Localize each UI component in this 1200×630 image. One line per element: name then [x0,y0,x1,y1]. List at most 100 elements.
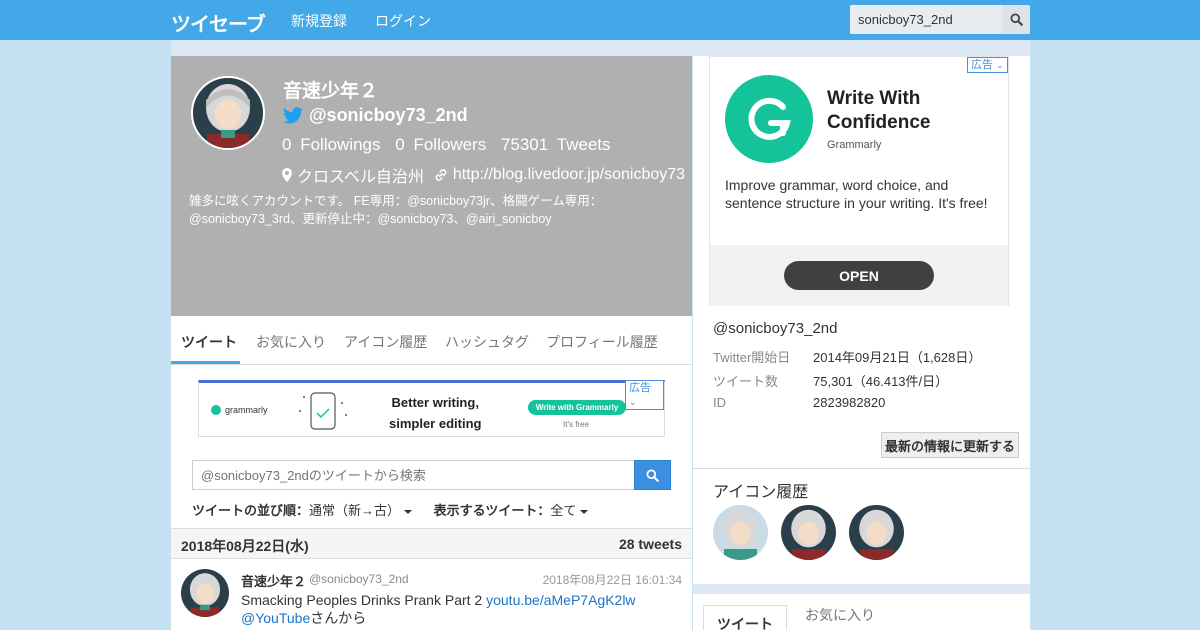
phone-illustration-icon [299,392,347,430]
profile-handle: @sonicboy73_2nd [309,105,468,125]
main-column: 音速少年２ @sonicboy73_2nd 0 Followings 0 Fol… [171,56,692,630]
tweet-search-input[interactable] [192,460,635,490]
icon-history-item[interactable] [781,505,836,560]
profile-url-link[interactable]: http://blog.livedoor.jp/sonicboy73 [453,166,685,184]
sidebar-ad-description: Improve grammar, word choice, and senten… [725,177,988,211]
info-value: 2014年09月21日（1,628日） [813,350,982,365]
twitter-bird-icon [283,107,303,124]
profile-bio: 雑多に呟くアカウントです。 FE専用：@sonicboy73jr、格闘ゲーム専用… [189,194,603,226]
ad-banner-brand-row: grammarly [211,405,268,415]
header-search-input[interactable] [850,5,1002,34]
sidebar-ad-title-2: Confidence [827,112,931,133]
site-logo[interactable]: ツイセーブ [171,8,266,37]
tweet-mention-link[interactable]: @YouTube [241,610,310,626]
search-icon [1009,13,1023,26]
sidebar-ad-tag[interactable]: 広告 ⌄ [967,57,1008,73]
sidebar-ad-open-button[interactable]: OPEN [784,261,934,290]
tweet-search-button[interactable] [634,460,671,490]
ad-banner-tag[interactable]: 広告 ⌄ [625,380,664,410]
profile-location: クロスベル自治州 [297,169,424,186]
info-key: ID [713,395,726,410]
sidebar-strip [693,584,1030,594]
avatar-image-icon [193,78,263,148]
nav-login-link[interactable]: ログイン [375,11,431,31]
tweets-label[interactable]: Tweets [557,135,611,154]
icon-history-item[interactable] [849,505,904,560]
tab-hashtags[interactable]: ハッシュタグ [445,332,529,352]
tweet-item: 音速少年２ @sonicboy73_2nd 2018年08月22日 16:01:… [171,559,692,630]
sort-order-label: ツイートの並び順： [192,503,310,518]
avatar-image-icon [849,505,904,560]
profile-stats: 0 Followings 0 Followers 75301 Tweets [282,135,615,155]
nav-signup-link[interactable]: 新規登録 [291,11,347,31]
sidebar-tab-favorites[interactable]: お気に入り [805,605,875,625]
top-strip [171,40,1030,56]
sort-row: ツイートの並び順：通常（新→古） 表示するツイート：全て [192,500,589,519]
day-header: 2018年08月22日(水) 28 tweets [171,528,692,559]
avatar-image-icon [781,505,836,560]
ad-banner-brand: grammarly [225,405,268,415]
sidebar-tab-tweets[interactable]: ツイート [703,605,787,630]
ad-banner-cta-button[interactable]: Write with Grammarly [528,400,626,415]
day-date: 2018年08月22日(水) [181,538,309,554]
divider [693,468,1030,469]
link-icon [435,169,447,181]
tab-icon-history[interactable]: アイコン履歴 [344,332,427,352]
header-search [850,5,1030,34]
tweet-youtube-link[interactable]: youtu.be/aMeP7AgK2lw [486,592,635,608]
tweet-timestamp[interactable]: 2018年08月22日 16:01:34 [543,571,682,588]
tab-favorites[interactable]: お気に入り [256,332,326,352]
show-tweets-dropdown[interactable]: 全て [550,503,589,518]
icon-history-item[interactable] [713,505,768,560]
ad-banner-headline-1: Better writing, [391,395,479,410]
tab-profile-history[interactable]: プロフィール履歴 [546,332,658,352]
day-tweet-count: 28 tweets [618,536,682,552]
active-tab-indicator [171,361,240,364]
show-tweets-label: 表示するツイート： [433,503,551,518]
sidebar: Write With Confidence Grammarly Improve … [693,56,1030,630]
ad-label: 広告 [629,382,651,394]
tweet-author-name[interactable]: 音速少年２ [241,571,306,590]
profile-name: 音速少年２ [283,81,379,102]
profile-header: 音速少年２ @sonicboy73_2nd 0 Followings 0 Fol… [171,56,692,316]
tweet-avatar[interactable] [181,569,229,617]
info-key: Twitter開始日 [713,350,791,365]
header-search-button[interactable] [1002,5,1030,34]
avatar-image-icon [181,569,229,617]
profile-avatar[interactable] [191,76,265,150]
tweet-text: Smacking Peoples Drinks Prank Part 2 you… [241,591,681,627]
sidebar-ad-title-1: Write With [827,88,921,109]
followings-count: 0 [282,135,292,154]
ad-label: 広告 [971,59,993,71]
info-value: 75,301（46.413件/日） [813,374,949,389]
grammarly-logo-icon [725,75,813,163]
sort-order-dropdown[interactable]: 通常（新→古） [309,503,413,518]
followers-label[interactable]: Followers [413,135,486,154]
chevron-down-icon: ⌄ [629,397,637,407]
sidebar-ad-title: Write With Confidence [827,87,930,135]
update-info-button[interactable]: 最新の情報に更新する [881,432,1019,458]
info-handle: @sonicboy73_2nd [713,320,838,337]
grammarly-logo-icon [211,405,221,415]
ad-banner-sub: It's free [563,420,589,429]
followings-label[interactable]: Followings [300,135,380,154]
info-value: 2823982820 [813,395,886,410]
profile-tabs: ツイート お気に入り アイコン履歴 ハッシュタグ プロフィール履歴 [171,316,692,365]
sidebar-ad[interactable]: Write With Confidence Grammarly Improve … [709,56,1009,306]
sidebar-ad-brand: Grammarly [827,139,882,151]
profile-location-row: クロスベル自治州 http://blog.livedoor.jp/sonicbo… [282,163,685,187]
tweet-author-handle[interactable]: @sonicboy73_2nd [309,572,409,586]
info-key: ツイート数 [713,374,779,389]
tab-tweets[interactable]: ツイート [181,332,237,352]
top-bar: ツイセーブ 新規登録 ログイン [0,0,1200,40]
tweet-search [192,460,671,490]
ad-banner-headline-2: simpler editing [389,416,482,431]
ad-banner[interactable]: grammarly Better writing, simpler editin… [198,380,665,437]
sort-order-value: 通常（新→古） [309,503,401,518]
tweet-text-part-1: Smacking Peoples Drinks Prank Part 2 [241,592,487,608]
icon-history-title: アイコン履歴 [713,484,809,501]
avatar-image-icon [713,505,768,560]
grammarly-g-icon [748,97,791,140]
tweet-text-part-2: さんから [310,610,367,626]
caret-down-icon [580,509,589,514]
